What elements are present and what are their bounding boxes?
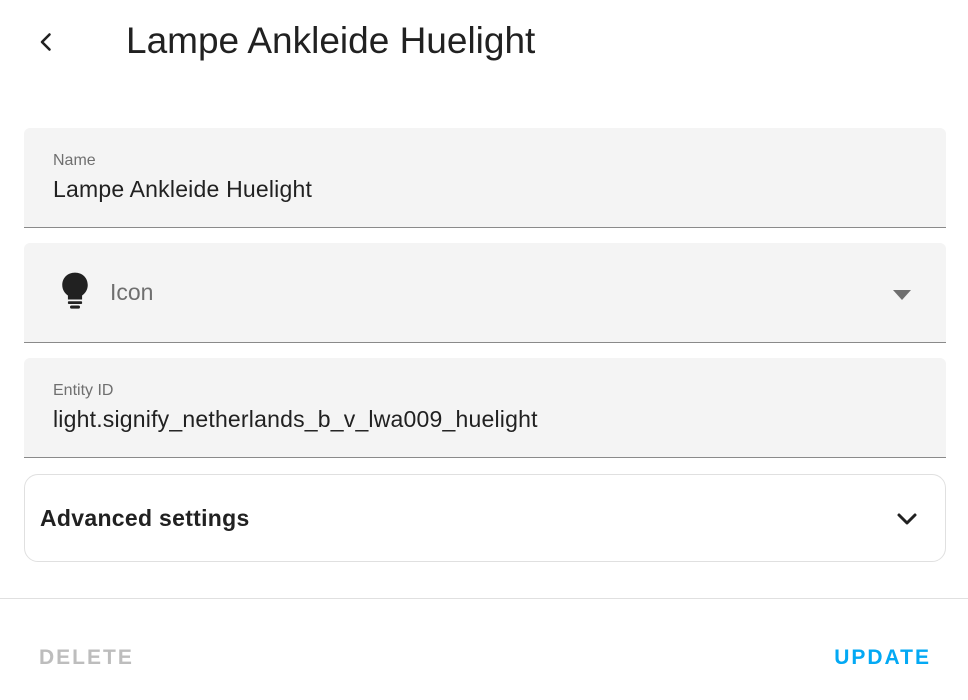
- lightbulb-icon: [62, 272, 88, 309]
- entity-id-label: Entity ID: [53, 382, 114, 399]
- name-label: Name: [53, 152, 96, 169]
- advanced-settings-label: Advanced settings: [40, 505, 250, 531]
- advanced-settings-toggle[interactable]: Advanced settings: [24, 474, 946, 562]
- name-input[interactable]: Lampe Ankleide Huelight: [53, 176, 312, 203]
- arrow-left-icon: [40, 33, 51, 51]
- icon-picker[interactable]: Icon: [24, 243, 946, 343]
- footer-divider: [0, 598, 968, 599]
- name-field[interactable]: Name Lampe Ankleide Huelight: [24, 128, 946, 228]
- update-button[interactable]: Update: [834, 646, 931, 670]
- dialog-header: Lampe Ankleide Huelight: [0, 0, 968, 84]
- entity-id-input[interactable]: light.signify_netherlands_b_v_lwa009_hue…: [53, 406, 538, 433]
- back-button[interactable]: [22, 18, 70, 66]
- entity-id-field[interactable]: Entity ID light.signify_netherlands_b_v_…: [24, 358, 946, 458]
- icon-input[interactable]: Icon: [110, 279, 153, 306]
- page-title: Lampe Ankleide Huelight: [126, 20, 536, 61]
- chevron-down-icon: [897, 513, 917, 525]
- menu-down-icon[interactable]: [890, 289, 914, 301]
- delete-button[interactable]: Delete: [39, 646, 134, 670]
